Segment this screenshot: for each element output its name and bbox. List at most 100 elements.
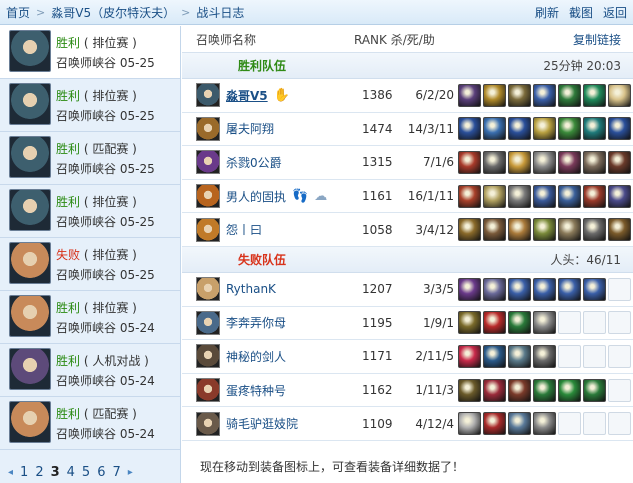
item-icon[interactable]	[533, 218, 556, 242]
item-icon[interactable]	[533, 412, 556, 436]
screenshot-link[interactable]: 截图	[569, 4, 593, 21]
item-icon[interactable]	[583, 150, 606, 174]
item-icon[interactable]	[608, 83, 631, 107]
match-result-line: 胜利 ( 排位赛 )	[56, 86, 155, 106]
item-icon[interactable]	[458, 378, 481, 402]
player-name-link[interactable]: 李奔弄你母	[226, 314, 286, 331]
item-icon[interactable]	[483, 117, 506, 141]
item-icon[interactable]	[583, 83, 606, 107]
player-name-link[interactable]: RythanK	[226, 282, 276, 296]
item-icon[interactable]	[558, 378, 581, 402]
item-icon[interactable]	[483, 184, 506, 208]
item-icon[interactable]	[608, 150, 631, 174]
page-link-7[interactable]: 7	[112, 465, 120, 480]
item-icon[interactable]	[483, 83, 506, 107]
match-list-item[interactable]: 胜利 ( 匹配赛 ) 召唤师峡谷 05-25	[0, 132, 180, 185]
item-icon[interactable]	[458, 412, 481, 436]
item-icon[interactable]	[533, 83, 556, 107]
item-icon[interactable]	[508, 344, 531, 368]
item-icon[interactable]	[508, 117, 531, 141]
page-link-2[interactable]: 2	[35, 465, 43, 480]
match-list-item[interactable]: 失败 ( 排位赛 ) 召唤师峡谷 05-25	[0, 238, 180, 291]
item-icon[interactable]	[533, 311, 556, 335]
item-icon[interactable]	[458, 184, 481, 208]
item-icon[interactable]	[533, 344, 556, 368]
item-icon[interactable]	[558, 218, 581, 242]
item-icon[interactable]	[508, 378, 531, 402]
page-link-5[interactable]: 5	[82, 465, 90, 480]
player-champion-icon	[196, 150, 220, 175]
player-name-link[interactable]: 淼哥V5	[226, 87, 268, 104]
page-link-6[interactable]: 6	[97, 465, 105, 480]
item-icon[interactable]	[533, 277, 556, 301]
copy-link-button[interactable]: 复制链接	[573, 31, 621, 48]
match-list-item[interactable]: 胜利 ( 排位赛 ) 召唤师峡谷 05-25	[0, 185, 180, 238]
item-icon[interactable]	[558, 117, 581, 141]
item-icon[interactable]	[583, 218, 606, 242]
item-icon[interactable]	[483, 311, 506, 335]
back-link[interactable]: 返回	[603, 4, 627, 21]
player-name-link[interactable]: 杀戮0公爵	[226, 154, 282, 171]
item-icon[interactable]	[533, 378, 556, 402]
match-list-item[interactable]: 胜利 ( 排位赛 ) 召唤师峡谷 05-25	[0, 26, 180, 79]
match-mode: ( 匹配赛 )	[83, 142, 137, 156]
item-icon[interactable]	[558, 184, 581, 208]
item-icon[interactable]	[533, 184, 556, 208]
item-icon[interactable]	[583, 378, 606, 402]
player-name-link[interactable]: 怨丨曰	[226, 221, 262, 238]
item-icon[interactable]	[583, 184, 606, 208]
item-icon[interactable]	[558, 150, 581, 174]
page-next-icon[interactable]: ▸	[128, 467, 133, 478]
item-icon[interactable]	[483, 412, 506, 436]
item-icon[interactable]	[458, 344, 481, 368]
item-icon[interactable]	[558, 83, 581, 107]
player-rank: 1386	[362, 88, 393, 103]
item-icon[interactable]	[458, 277, 481, 301]
match-result: 失败	[56, 248, 81, 262]
breadcrumb-player[interactable]: 淼哥V5（皮尔特沃夫）	[51, 4, 175, 21]
item-icon[interactable]	[458, 117, 481, 141]
item-icon[interactable]	[508, 83, 531, 107]
item-icon[interactable]	[508, 184, 531, 208]
item-icon[interactable]	[483, 344, 506, 368]
item-icon[interactable]	[533, 150, 556, 174]
player-name-link[interactable]: 屠夫阿翔	[226, 120, 274, 137]
item-icon[interactable]	[483, 378, 506, 402]
item-icon[interactable]	[533, 117, 556, 141]
item-icon[interactable]	[508, 412, 531, 436]
match-map: 召唤师峡谷	[56, 215, 117, 229]
item-icon[interactable]	[458, 311, 481, 335]
page-link-1[interactable]: 1	[20, 465, 28, 480]
match-list-item[interactable]: 胜利 ( 排位赛 ) 召唤师峡谷 05-24	[0, 291, 180, 344]
match-list-item[interactable]: 胜利 ( 排位赛 ) 召唤师峡谷 05-25	[0, 79, 180, 132]
item-icon[interactable]	[483, 218, 506, 242]
item-icon[interactable]	[558, 277, 581, 301]
match-map: 召唤师峡谷	[56, 56, 117, 70]
item-icon[interactable]	[483, 150, 506, 174]
item-icon[interactable]	[608, 218, 631, 242]
item-icon[interactable]	[608, 184, 631, 208]
player-name-link[interactable]: 神秘的剑人	[226, 348, 286, 365]
breadcrumb-home[interactable]: 首页	[6, 4, 30, 21]
item-icon[interactable]	[508, 150, 531, 174]
page-prev-icon[interactable]: ◂	[8, 467, 13, 478]
refresh-link[interactable]: 刷新	[535, 4, 559, 21]
item-icon[interactable]	[458, 218, 481, 242]
page-link-3[interactable]: 3	[51, 465, 60, 480]
item-icon[interactable]	[508, 311, 531, 335]
player-name-link[interactable]: 蛋疼特种号	[226, 382, 286, 399]
item-icon[interactable]	[583, 117, 606, 141]
item-icon[interactable]	[458, 150, 481, 174]
match-map-date: 召唤师峡谷 05-25	[56, 159, 155, 179]
item-icon[interactable]	[508, 218, 531, 242]
item-icon[interactable]	[508, 277, 531, 301]
player-name-link[interactable]: 男人的固执	[226, 188, 286, 205]
match-list-item[interactable]: 胜利 ( 匹配赛 ) 召唤师峡谷 05-24	[0, 397, 180, 450]
item-icon[interactable]	[458, 83, 481, 107]
item-icon[interactable]	[608, 117, 631, 141]
item-icon[interactable]	[483, 277, 506, 301]
page-link-4[interactable]: 4	[67, 465, 75, 480]
match-list-item[interactable]: 胜利 ( 人机对战 ) 召唤师峡谷 05-24	[0, 344, 180, 397]
player-name-link[interactable]: 骑毛驴逛妓院	[226, 415, 298, 432]
item-icon[interactable]	[583, 277, 606, 301]
